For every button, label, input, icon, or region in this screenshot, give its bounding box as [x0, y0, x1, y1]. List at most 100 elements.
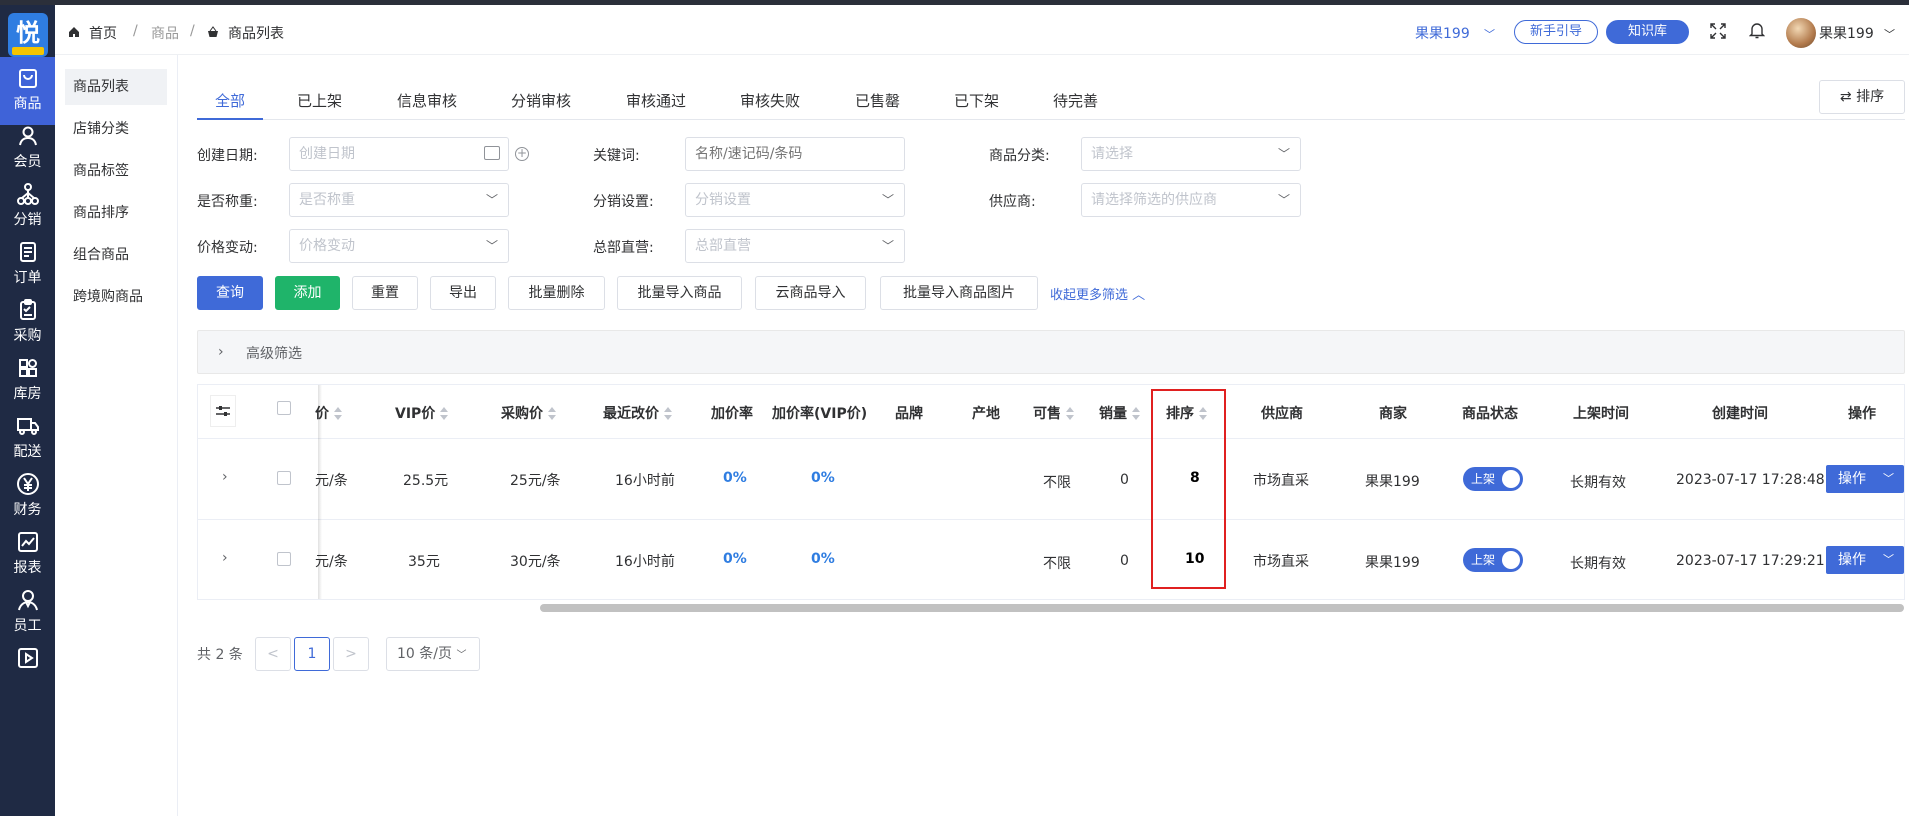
- prev-page-button[interactable]: <: [255, 637, 291, 671]
- col-sellable-label: 可售: [1033, 406, 1061, 422]
- tab-info-review[interactable]: 信息审核: [397, 90, 457, 111]
- user-name[interactable]: 果果199: [1819, 23, 1874, 43]
- chevron-up-icon: ︿: [1132, 288, 1146, 303]
- collapse-filters-link[interactable]: 收起更多筛选 ︿: [1050, 284, 1145, 303]
- sort-button[interactable]: ⇄ 排序: [1819, 80, 1905, 114]
- guide-button[interactable]: 新手引导: [1514, 20, 1598, 44]
- rail-item-media[interactable]: [0, 637, 55, 705]
- submenu-item-crossborder[interactable]: 跨境购商品: [65, 279, 167, 315]
- weigh-placeholder: 是否称重: [299, 192, 355, 208]
- tab-dist-review[interactable]: 分销审核: [511, 90, 571, 111]
- col-purchase-label: 采购价: [501, 406, 543, 422]
- next-page-button[interactable]: >: [333, 637, 369, 671]
- col-vip-price[interactable]: VIP价: [395, 403, 449, 423]
- table-row[interactable]: › 元/条 25.5元 25元/条 16小时前 0% 0% 不限 0 8 市场直…: [198, 439, 1904, 520]
- col-sales[interactable]: 销量: [1099, 403, 1140, 423]
- fullscreen-icon[interactable]: [1710, 23, 1726, 39]
- cell-create-time: 2023-07-17 17:28:48: [1676, 472, 1825, 488]
- expand-row-icon[interactable]: ›: [222, 550, 228, 566]
- query-button[interactable]: 查询: [197, 276, 263, 310]
- col-recent-change[interactable]: 最近改价: [603, 403, 672, 423]
- reset-button[interactable]: 重置: [352, 276, 418, 310]
- price-change-select[interactable]: 价格变动 ﹀: [289, 229, 509, 263]
- app-logo[interactable]: 悦: [8, 13, 48, 57]
- sort-caret-icon[interactable]: [334, 407, 342, 421]
- submenu-item-goods-sort[interactable]: 商品排序: [65, 195, 167, 231]
- distribution-select[interactable]: 分销设置 ﹀: [685, 183, 905, 217]
- rail-label: 采购: [13, 328, 42, 344]
- chevron-down-icon[interactable]: ﹀: [1484, 26, 1495, 42]
- add-button[interactable]: 添加: [275, 276, 340, 310]
- breadcrumb-goods[interactable]: 商品: [151, 23, 179, 43]
- sort-button-label: 排序: [1856, 89, 1885, 105]
- sort-caret-icon[interactable]: [664, 407, 672, 421]
- submenu-item-combo-goods[interactable]: 组合商品: [65, 237, 167, 273]
- hq-direct-select[interactable]: 总部直营 ﹀: [685, 229, 905, 263]
- status-toggle[interactable]: 上架: [1463, 467, 1523, 491]
- sort-caret-icon[interactable]: [548, 407, 556, 421]
- weigh-select[interactable]: 是否称重 ﹀: [289, 183, 509, 217]
- cell-merchant: 果果199: [1365, 555, 1420, 571]
- cell-markup: 0%: [723, 551, 747, 567]
- operation-dropdown-button[interactable]: 操作 ﹀: [1826, 546, 1904, 574]
- horizontal-scrollbar[interactable]: [540, 604, 1904, 612]
- row-checkbox[interactable]: [277, 552, 291, 566]
- fixed-column-shadow: [318, 385, 322, 599]
- tab-off-shelf[interactable]: 已下架: [954, 90, 999, 111]
- sort-caret-icon[interactable]: [1132, 407, 1140, 421]
- cell-sellable: 不限: [1043, 556, 1071, 572]
- chevron-down-icon[interactable]: ﹀: [1884, 26, 1895, 42]
- sort-column-highlight: [1151, 389, 1226, 589]
- tab-all[interactable]: 全部: [215, 90, 245, 111]
- add-circle-icon[interactable]: +: [515, 147, 529, 161]
- yen-icon: [16, 473, 39, 495]
- category-select[interactable]: 请选择 ﹀: [1081, 137, 1301, 171]
- submenu-item-store-category[interactable]: 店铺分类: [65, 111, 167, 147]
- store-switcher[interactable]: 果果199: [1415, 23, 1470, 43]
- submenu-item-goods-tags[interactable]: 商品标签: [65, 153, 167, 189]
- cell-recent-change: 16小时前: [615, 554, 675, 570]
- tab-rejected[interactable]: 审核失败: [740, 90, 800, 111]
- collapse-filters-label: 收起更多筛选: [1050, 288, 1129, 303]
- batch-import-image-button[interactable]: 批量导入商品图片: [880, 276, 1038, 310]
- operation-dropdown-button[interactable]: 操作 ﹀: [1826, 465, 1904, 493]
- row-checkbox[interactable]: [277, 471, 291, 485]
- batch-import-button[interactable]: 批量导入商品: [617, 276, 742, 310]
- column-settings-button[interactable]: [210, 395, 236, 427]
- supplier-select[interactable]: 请选择筛选的供应商 ﹀: [1081, 183, 1301, 217]
- tab-approved[interactable]: 审核通过: [626, 90, 686, 111]
- col-purchase-price[interactable]: 采购价: [501, 403, 556, 423]
- select-all-checkbox[interactable]: [277, 401, 291, 415]
- page-size-select[interactable]: 10 条/页 ﹀: [386, 637, 480, 671]
- advanced-filter-panel[interactable]: › 高级筛选: [197, 330, 1905, 374]
- sliders-icon: [216, 406, 230, 416]
- export-button[interactable]: 导出: [430, 276, 496, 310]
- bell-icon[interactable]: [1749, 21, 1765, 39]
- col-sellable[interactable]: 可售: [1033, 403, 1074, 423]
- cell-sales: 0: [1120, 553, 1129, 569]
- document-icon: [19, 242, 36, 262]
- rail-label: 员工: [13, 618, 42, 634]
- breadcrumb-home[interactable]: 首页: [89, 23, 117, 43]
- batch-delete-button[interactable]: 批量删除: [508, 276, 605, 310]
- table-header: 价 VIP价 采购价 最近改价 加价率 加价率(VIP价) 品牌 产地 可售 销…: [198, 385, 1904, 439]
- bag-icon: [18, 69, 37, 88]
- cloud-import-button[interactable]: 云商品导入: [755, 276, 866, 310]
- submenu-item-goods-list[interactable]: 商品列表: [65, 69, 167, 105]
- table-row[interactable]: › 元/条 35元 30元/条 16小时前 0% 0% 不限 0 10 市场直采…: [198, 520, 1904, 599]
- expand-row-icon[interactable]: ›: [222, 469, 228, 485]
- tab-incomplete[interactable]: 待完善: [1053, 90, 1098, 111]
- chevron-down-icon: ﹀: [881, 239, 894, 253]
- tab-on-shelf[interactable]: 已上架: [297, 90, 342, 111]
- status-toggle[interactable]: 上架: [1463, 548, 1523, 572]
- page-1-button[interactable]: 1: [294, 637, 330, 671]
- sort-caret-icon[interactable]: [440, 407, 449, 421]
- sort-caret-icon[interactable]: [1066, 407, 1074, 421]
- create-date-picker[interactable]: 创建日期: [289, 137, 509, 171]
- knowledge-base-button[interactable]: 知识库: [1606, 20, 1689, 44]
- keyword-input[interactable]: [685, 137, 905, 171]
- avatar[interactable]: [1786, 18, 1816, 48]
- chevron-down-icon: ﹀: [485, 193, 498, 207]
- goods-submenu: 商品列表 店铺分类 商品标签 商品排序 组合商品 跨境购商品: [55, 55, 178, 816]
- tab-sold-out[interactable]: 已售罄: [855, 90, 900, 111]
